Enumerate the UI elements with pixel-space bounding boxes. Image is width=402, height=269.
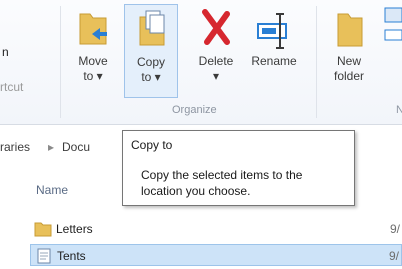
ribbon-separator — [60, 6, 61, 118]
move-to-label: Move to ▾ — [78, 54, 108, 83]
ribbon-separator — [316, 6, 317, 118]
file-name: Letters — [56, 222, 93, 236]
move-to-button[interactable]: Move to ▾ — [68, 4, 118, 98]
file-date: 9/ — [389, 222, 400, 236]
left-fragment-bottom: rtcut — [0, 80, 24, 94]
rename-label: Rename — [251, 54, 297, 68]
folder-icon — [34, 222, 52, 237]
organize-group-label: Organize — [172, 104, 217, 116]
copy-to-label: Copy to ▾ — [136, 55, 165, 84]
rename-icon — [257, 13, 287, 49]
folder-move-icon — [79, 13, 107, 45]
new-folder-icon — [337, 13, 363, 47]
breadcrumb-documents[interactable]: Docu — [62, 140, 90, 154]
column-header-name[interactable]: Name — [36, 183, 68, 197]
new-group-label: N — [396, 104, 402, 116]
folder-copy-icon — [139, 10, 165, 46]
breadcrumb-libraries[interactable]: raries — [0, 140, 30, 154]
copy-to-tooltip: Copy to Copy the selected items to the l… — [122, 130, 355, 206]
list-item[interactable]: Tents 9/ — [30, 244, 402, 266]
new-folder-button[interactable]: New folder — [322, 4, 376, 98]
new-folder-label: New folder — [333, 54, 365, 83]
breadcrumb-separator: ▸ — [48, 140, 55, 154]
rename-button[interactable]: Rename — [244, 4, 304, 98]
ribbon: n rtcut Move to ▾ Copy to ▾ Delete ▾ Ren… — [0, 0, 402, 125]
list-item[interactable]: Letters 9/ — [30, 218, 402, 240]
delete-label: Delete ▾ — [198, 54, 234, 83]
file-date: 9/ — [388, 249, 399, 263]
tooltip-title: Copy to — [131, 138, 173, 152]
left-fragment-top: n — [2, 45, 9, 59]
file-name: Tents — [57, 249, 86, 263]
delete-icon — [202, 9, 230, 45]
document-icon — [37, 248, 51, 264]
copy-to-button[interactable]: Copy to ▾ — [124, 4, 178, 98]
tooltip-body: Copy the selected items to the location … — [141, 168, 303, 198]
delete-button[interactable]: Delete ▾ — [190, 4, 242, 98]
new-item-icon[interactable] — [383, 4, 402, 46]
